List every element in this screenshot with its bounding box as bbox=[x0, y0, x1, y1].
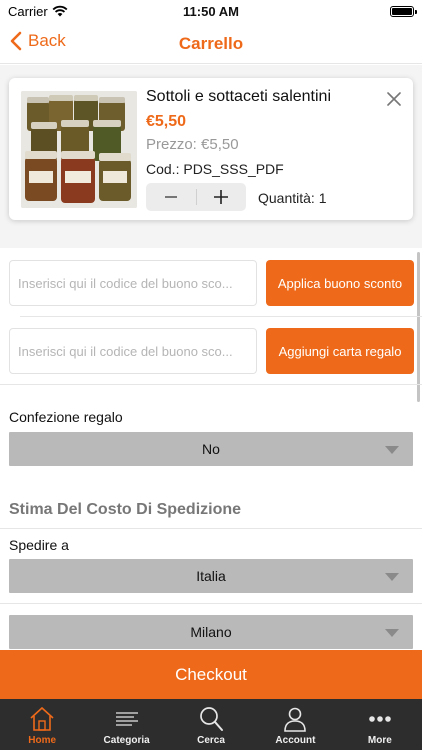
dropdown-arrow-icon bbox=[385, 573, 399, 581]
product-unit-price: Prezzo: €5,50 bbox=[146, 136, 239, 153]
close-icon bbox=[387, 92, 401, 106]
page-title: Carrello bbox=[178, 34, 244, 53]
coupon-code-input[interactable] bbox=[9, 260, 257, 306]
product-name: Sottoli e sottaceti salentini bbox=[146, 88, 331, 105]
divider bbox=[0, 603, 422, 604]
remove-item-button[interactable] bbox=[387, 92, 401, 111]
category-icon bbox=[115, 712, 138, 726]
quantity-label: Quantità: 1 bbox=[258, 190, 327, 206]
tab-label: More bbox=[367, 735, 392, 746]
shipping-estimate-title: Stima Del Costo Di Spedizione bbox=[9, 501, 242, 518]
ship-to-label: Spedire a bbox=[9, 537, 69, 553]
tab-label: Home bbox=[28, 735, 57, 746]
minus-icon bbox=[164, 196, 177, 198]
add-gift-card-button[interactable]: Aggiungi carta regalo bbox=[266, 328, 414, 374]
tab-categoria[interactable]: Categoria bbox=[84, 699, 168, 750]
coupon-row: Applica buono sconto bbox=[9, 260, 414, 306]
city-value: Milano bbox=[190, 624, 232, 640]
apply-coupon-button[interactable]: Applica buono sconto bbox=[266, 260, 414, 306]
gift-wrap-select[interactable]: No bbox=[9, 432, 413, 466]
tab-label: Categoria bbox=[103, 735, 150, 746]
tab-more[interactable]: More bbox=[338, 699, 422, 750]
gift-wrap-label: Confezione regalo bbox=[9, 409, 123, 425]
dropdown-arrow-icon bbox=[385, 629, 399, 637]
divider bbox=[0, 528, 422, 529]
search-icon bbox=[200, 707, 224, 731]
tab-bar: Home Categoria Cerca Account More bbox=[0, 699, 422, 750]
account-icon bbox=[284, 707, 307, 732]
cart-options: Applica buono sconto Aggiungi carta rega… bbox=[0, 248, 422, 650]
gift-card-input[interactable] bbox=[9, 328, 257, 374]
cart-item-card: Sottoli e sottaceti salentini €5,50 Prez… bbox=[9, 78, 413, 220]
dropdown-arrow-icon bbox=[385, 446, 399, 454]
decrement-button[interactable] bbox=[146, 183, 196, 211]
home-icon bbox=[30, 706, 54, 731]
clock: 11:50 AM bbox=[183, 4, 239, 19]
tab-account[interactable]: Account bbox=[253, 699, 337, 750]
product-price: €5,50 bbox=[146, 113, 187, 130]
plus-icon bbox=[214, 190, 229, 204]
product-code: Cod.: PDS_SSS_PDF bbox=[146, 161, 284, 177]
product-image[interactable] bbox=[21, 91, 137, 208]
cart-content[interactable]: Sottoli e sottaceti salentini €5,50 Prez… bbox=[0, 65, 422, 650]
quantity-stepper bbox=[146, 183, 246, 211]
tab-label: Account bbox=[275, 735, 316, 746]
divider bbox=[0, 384, 422, 385]
tab-cerca[interactable]: Cerca bbox=[169, 699, 253, 750]
battery-icon bbox=[390, 6, 417, 17]
gift-wrap-value: No bbox=[202, 441, 220, 457]
country-value: Italia bbox=[196, 568, 226, 584]
divider bbox=[20, 316, 422, 317]
nav-bar: Back Carrello bbox=[0, 24, 422, 64]
status-bar: Carrier 11:50 AM bbox=[0, 0, 422, 24]
checkout-button[interactable]: Checkout bbox=[0, 650, 422, 699]
increment-button[interactable] bbox=[197, 183, 247, 211]
country-select[interactable]: Italia bbox=[9, 559, 413, 593]
more-icon bbox=[369, 716, 391, 722]
tab-home[interactable]: Home bbox=[0, 699, 84, 750]
tab-label: Cerca bbox=[197, 735, 225, 746]
scrollbar[interactable] bbox=[417, 252, 420, 402]
gift-card-row: Aggiungi carta regalo bbox=[9, 328, 414, 374]
city-select[interactable]: Milano bbox=[9, 615, 413, 649]
